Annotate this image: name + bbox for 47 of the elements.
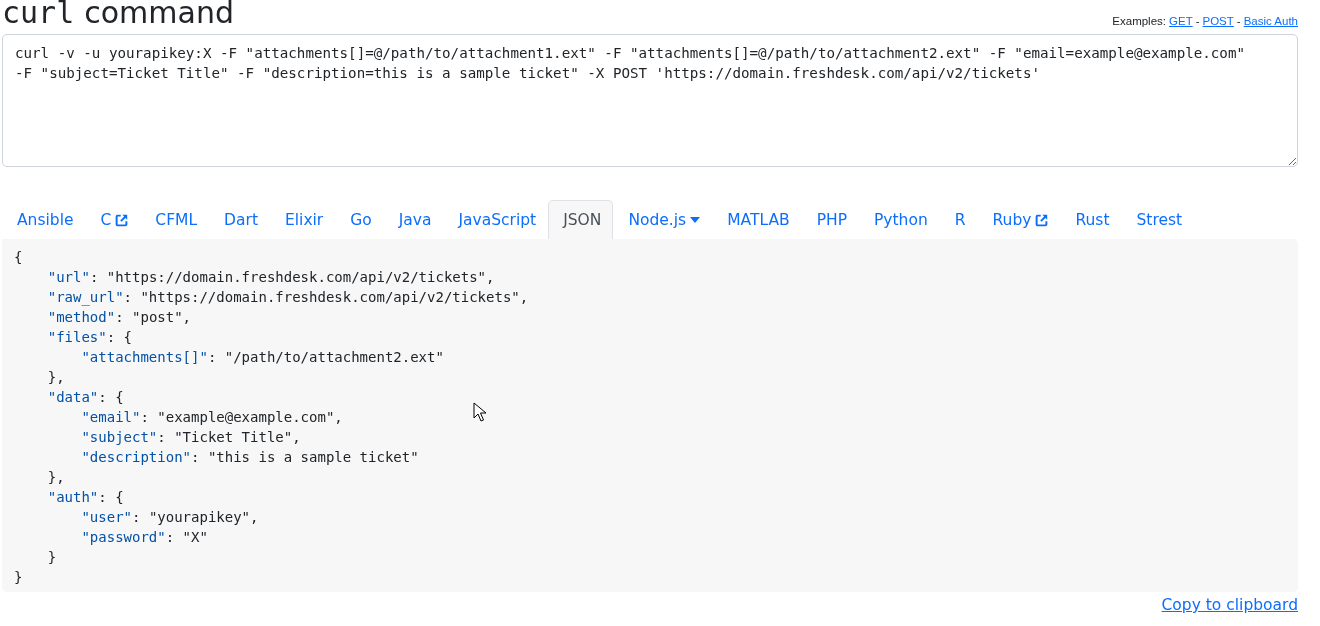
code-line: "files": { (46, 328, 133, 347)
code-line: { (14, 248, 23, 267)
code-line: "auth": { (46, 488, 124, 507)
language-tab[interactable]: Ansible (2, 200, 86, 239)
language-tab[interactable]: PHP (801, 200, 859, 239)
language-tab[interactable]: Strest (1121, 200, 1195, 239)
code-line: "user": "yourapikey", (80, 508, 259, 527)
code-line: "description": "this is a sample ticket" (80, 448, 419, 467)
examples-label: Examples: (1112, 15, 1166, 27)
language-tab[interactable]: Go (335, 200, 384, 239)
language-tab[interactable]: Dart (209, 200, 270, 239)
code-line: "url": "https://domain.freshdesk.com/api/v2/tickets", (46, 268, 495, 287)
external-link-icon (115, 213, 129, 227)
language-tab[interactable]: Rust (1060, 200, 1122, 239)
language-tab[interactable]: C (85, 200, 141, 239)
code-line: "raw_url": "https://domain.freshdesk.com/api/v2/tickets", (46, 288, 529, 307)
page-title: curl command (2, 0, 234, 32)
code-line: "subject": "Ticket Title", (80, 428, 301, 447)
language-tab[interactable]: CFML (140, 200, 210, 239)
curl-command-field[interactable]: curl -v -u yourapikey:X -F "attachments[]=@/path/to/attachment1.ext" -F "attachments[]=@/path/to/attachment2.ext" -F "email=example@example.com" -F "subject=Ticket Title" -F "description=this is a sample ticket" -X POST 'https://domain.freshdesk.com/api/v2/tickets' (2, 34, 1298, 167)
language-tab[interactable]: R (939, 200, 978, 239)
language-tab[interactable]: Java (383, 200, 444, 239)
language-tab[interactable]: JSON (548, 200, 614, 239)
example-link[interactable]: GET (1169, 15, 1193, 27)
caret-icon (690, 217, 701, 223)
language-tab[interactable]: Elixir (269, 200, 336, 239)
example-link[interactable]: Basic Auth (1243, 15, 1298, 27)
language-tab[interactable]: MATLAB (712, 200, 802, 239)
code-line: }, (46, 468, 65, 487)
copy-link[interactable]: Copy to clipboard (1161, 596, 1298, 614)
mouse-cursor-icon (473, 402, 486, 422)
language-tab[interactable]: JavaScript (443, 200, 549, 239)
code-line: } (14, 568, 23, 587)
language-tab[interactable]: Python (859, 200, 940, 239)
separator: - (1236, 15, 1241, 27)
code-line: "method": "post", (46, 308, 192, 327)
language-tab[interactable]: Ruby (977, 200, 1061, 239)
language-tab[interactable]: Node.js (613, 200, 713, 239)
code-line: }, (46, 368, 65, 387)
example-link[interactable]: POST (1202, 15, 1234, 27)
external-link-icon (1035, 213, 1049, 227)
code-line: } (46, 548, 57, 567)
code-line: "data": { (46, 388, 124, 407)
code-line: "email": "example@example.com", (80, 408, 343, 427)
separator: - (1195, 15, 1200, 27)
code-line: "password": "X" (80, 528, 208, 547)
code-line: "attachments[]": "/path/to/attachment2.ext" (80, 348, 444, 367)
